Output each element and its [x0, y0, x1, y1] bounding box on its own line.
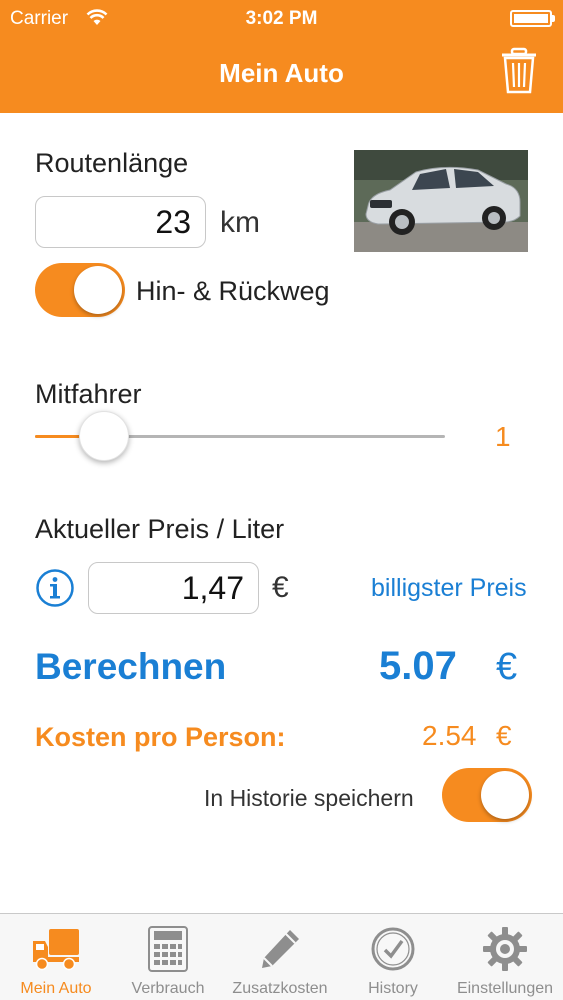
tab-verbrauch[interactable]: Verbrauch — [112, 914, 224, 1000]
per-person-value: 2.54 — [422, 720, 477, 751]
toggle-knob — [481, 771, 529, 819]
route-length-input[interactable]: 23 — [35, 196, 206, 248]
price-label: Aktueller Preis / Liter — [35, 514, 285, 544]
total-cost-currency: € — [496, 646, 518, 688]
gear-icon — [483, 927, 527, 971]
save-history-toggle[interactable] — [442, 768, 532, 822]
car-photo[interactable] — [354, 150, 528, 252]
tab-zusatzkosten[interactable]: Zusatzkosten — [224, 914, 336, 1000]
price-unit: € — [272, 571, 289, 604]
status-bar: Carrier 3:02 PM — [0, 0, 563, 36]
per-person-label: Kosten pro Person: — [35, 722, 286, 752]
passengers-label: Mitfahrer — [35, 379, 142, 409]
battery-tip — [552, 15, 555, 22]
pencil-icon — [262, 930, 299, 968]
tab-history[interactable]: History — [337, 914, 449, 1000]
status-time: 3:02 PM — [245, 8, 318, 29]
tab-label: Einstellungen — [456, 980, 554, 997]
tab-einstellungen[interactable]: Einstellungen — [449, 914, 563, 1000]
page-title: Mein Auto — [219, 58, 344, 88]
route-length-label: Routenlänge — [35, 148, 189, 178]
tab-mein-auto[interactable]: Mein Auto — [0, 914, 112, 1000]
clock-icon — [371, 927, 415, 971]
trash-icon[interactable] — [500, 47, 538, 95]
passengers-value: 1 — [495, 421, 511, 452]
nav-header: Carrier 3:02 PM Mein Auto — [0, 0, 563, 113]
battery-icon — [510, 10, 552, 27]
slider-thumb[interactable] — [79, 411, 129, 461]
per-person-currency: € — [496, 720, 512, 751]
toggle-knob — [74, 266, 122, 314]
info-icon[interactable] — [35, 568, 75, 608]
total-cost-value: 5.07 — [379, 644, 457, 688]
price-input[interactable]: 1,47 — [88, 562, 259, 614]
cheapest-price-link[interactable]: billigster Preis — [371, 574, 527, 603]
tab-label: Zusatzkosten — [232, 980, 328, 997]
calculate-button[interactable]: Berechnen — [35, 646, 226, 688]
save-history-label: In Historie speichern — [204, 785, 414, 811]
round-trip-toggle[interactable] — [35, 263, 125, 317]
tab-bar: Mein Auto Verbrauch Zusatzkosten History… — [0, 913, 563, 1000]
calculator-icon — [148, 926, 188, 972]
round-trip-label: Hin- & Rückweg — [136, 276, 330, 306]
route-unit: km — [220, 206, 260, 239]
truck-icon — [33, 929, 79, 971]
tab-label: History — [368, 980, 418, 997]
tab-label: Mein Auto — [20, 980, 92, 997]
tab-label: Verbrauch — [131, 980, 205, 997]
